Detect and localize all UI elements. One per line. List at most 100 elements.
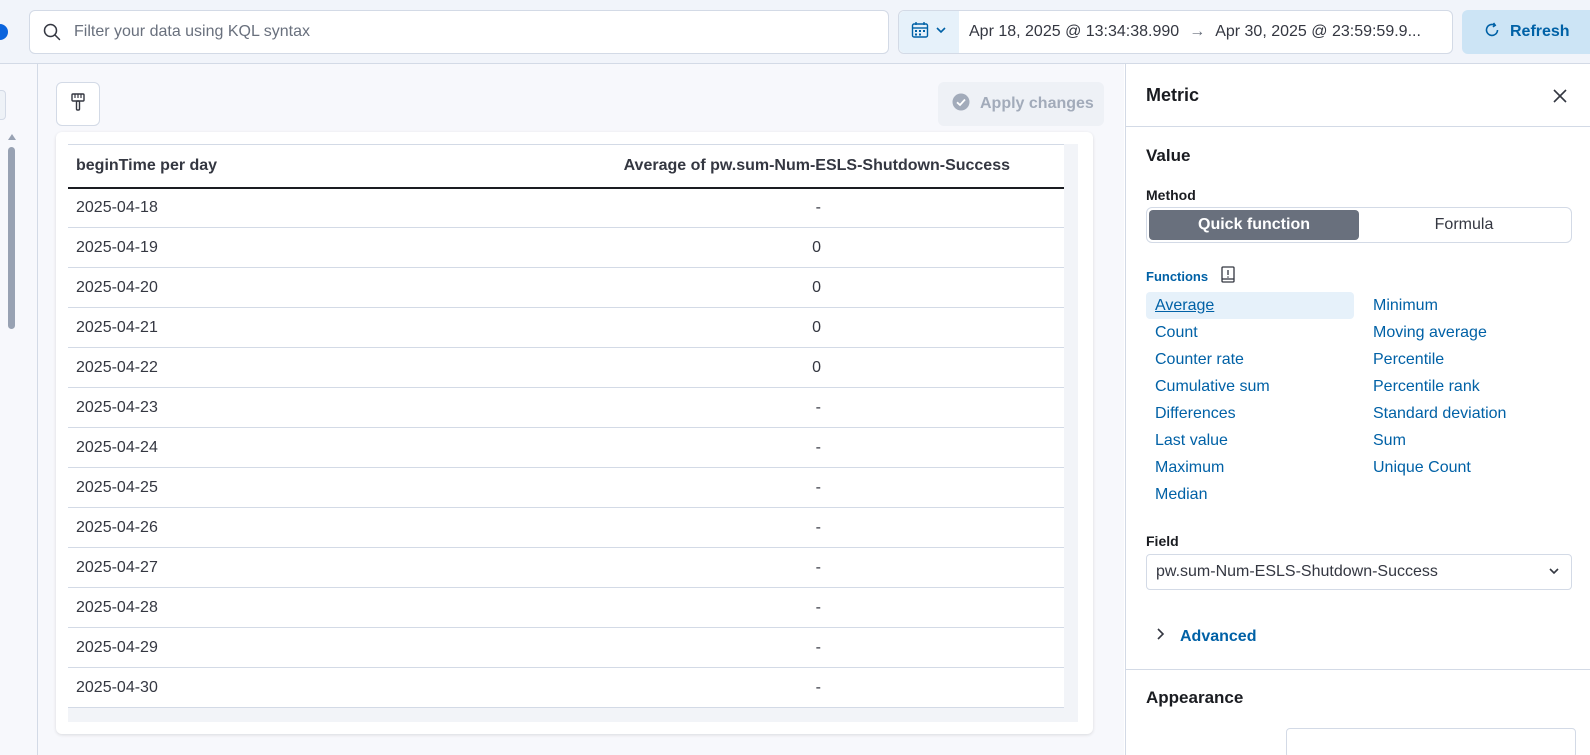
field-select-value: pw.sum-Num-ESLS-Shutdown-Success [1156, 563, 1438, 580]
kql-query-box[interactable] [29, 10, 889, 54]
apply-changes-label: Apply changes [980, 95, 1094, 112]
function-percentile[interactable]: Percentile [1364, 346, 1572, 373]
table-row: 2025-04-25- [68, 467, 1064, 508]
advanced-label: Advanced [1180, 627, 1257, 645]
cell-value: - [326, 627, 1064, 668]
check-circle-icon [952, 93, 970, 116]
formula-toggle[interactable]: Formula [1359, 210, 1569, 240]
cell-value: - [326, 467, 1064, 508]
scroll-up-arrow[interactable] [8, 134, 16, 140]
refresh-icon [1484, 22, 1500, 43]
functions-label-text: Functions [1146, 269, 1209, 284]
table-row: 2025-04-30- [68, 667, 1064, 708]
function-cumulative-sum[interactable]: Cumulative sum [1146, 373, 1354, 400]
function-standard-deviation[interactable]: Standard deviation [1364, 400, 1572, 427]
function-moving-average[interactable]: Moving average [1364, 319, 1572, 346]
appearance-input[interactable] [1286, 728, 1576, 755]
function-differences[interactable]: Differences [1146, 400, 1354, 427]
table-row: 2025-04-28- [68, 587, 1064, 628]
cell-date: 2025-04-21 [68, 307, 327, 348]
data-table: beginTime per day Average of pw.sum-Num-… [68, 144, 1064, 708]
appearance-section-title: Appearance [1146, 688, 1244, 707]
cell-date: 2025-04-19 [68, 227, 327, 268]
column-header-metric[interactable]: Average of pw.sum-Num-ESLS-Shutdown-Succ… [326, 144, 1064, 189]
function-counter-rate[interactable]: Counter rate [1146, 346, 1354, 373]
function-minimum[interactable]: Minimum [1364, 292, 1572, 319]
function-count[interactable]: Count [1146, 319, 1354, 346]
table-row: 2025-04-29- [68, 627, 1064, 668]
search-icon [30, 10, 74, 54]
cell-value: - [326, 667, 1064, 708]
query-bar: Apr 18, 2025 @ 13:34:38.990 → Apr 30, 20… [0, 0, 1590, 64]
table-row: 2025-04-26- [68, 507, 1064, 548]
table-row: 2025-04-18- [68, 187, 1064, 228]
kql-search-input[interactable] [74, 23, 854, 41]
left-rail [0, 64, 38, 755]
function-last-value[interactable]: Last value [1146, 427, 1354, 454]
method-toggle: Quick function Formula [1146, 207, 1572, 243]
field-select[interactable]: pw.sum-Num-ESLS-Shutdown-Success [1146, 554, 1572, 590]
metric-config-panel: Metric Value Method Quick function Formu… [1125, 64, 1590, 755]
quick-date-menu-button[interactable] [899, 11, 959, 53]
arrow-right-icon: → [1189, 23, 1206, 40]
function-unique-count[interactable]: Unique Count [1364, 454, 1572, 481]
rail-tab[interactable] [0, 90, 6, 120]
table-row: 2025-04-27- [68, 547, 1064, 588]
table-row: 2025-04-22 0 [68, 347, 1064, 388]
table-row: 2025-04-24- [68, 427, 1064, 468]
cell-date: 2025-04-24 [68, 427, 327, 468]
cell-value: - [326, 187, 1064, 228]
method-label: Method [1146, 187, 1196, 203]
cell-date: 2025-04-25 [68, 467, 327, 508]
column-header-time[interactable]: beginTime per day [68, 144, 327, 189]
cell-date: 2025-04-27 [68, 547, 327, 588]
table-scroll-area[interactable]: beginTime per day Average of pw.sum-Num-… [68, 144, 1078, 722]
field-label: Field [1146, 533, 1179, 549]
cell-value: 0 [326, 307, 1064, 348]
cell-value: - [326, 547, 1064, 588]
cell-date: 2025-04-23 [68, 387, 327, 428]
cell-value: - [326, 387, 1064, 428]
function-maximum[interactable]: Maximum [1146, 454, 1354, 481]
cell-value: - [326, 587, 1064, 628]
table-row: 2025-04-19 0 [68, 227, 1064, 268]
cell-date: 2025-04-26 [68, 507, 327, 548]
paintbrush-button[interactable] [56, 82, 100, 126]
cell-date: 2025-04-30 [68, 667, 327, 708]
table-row: 2025-04-20 0 [68, 267, 1064, 308]
function-sum[interactable]: Sum [1364, 427, 1572, 454]
rail-scrollbar[interactable] [8, 147, 15, 329]
date-range-picker: Apr 18, 2025 @ 13:34:38.990 → Apr 30, 20… [898, 10, 1453, 54]
refresh-button[interactable]: Refresh [1462, 10, 1590, 54]
table-header-row: beginTime per day Average of pw.sum-Num-… [68, 144, 1064, 189]
advanced-toggle[interactable]: Advanced [1156, 627, 1256, 646]
cell-date: 2025-04-20 [68, 267, 327, 308]
function-average[interactable]: Average [1146, 292, 1354, 319]
function-percentile-rank[interactable]: Percentile rank [1364, 373, 1572, 400]
chevron-down-icon [1547, 564, 1561, 583]
cell-value: - [326, 427, 1064, 468]
start-date[interactable]: Apr 18, 2025 @ 13:34:38.990 [969, 23, 1179, 41]
end-date[interactable]: Apr 30, 2025 @ 23:59:59.9... [1215, 23, 1421, 41]
refresh-label: Refresh [1510, 23, 1570, 40]
panel-title: Metric [1146, 84, 1200, 105]
close-icon[interactable] [1550, 86, 1570, 106]
function-list: Average Count Counter rate Cumulative su… [1146, 292, 1572, 508]
apply-changes-button[interactable]: Apply changes [938, 82, 1104, 126]
cell-value: 0 [326, 347, 1064, 388]
cell-value: - [326, 507, 1064, 548]
cell-date: 2025-04-18 [68, 187, 327, 228]
panel-divider [1126, 669, 1590, 670]
documentation-icon[interactable] [1220, 266, 1236, 287]
value-section-title: Value [1146, 146, 1191, 165]
quick-function-toggle[interactable]: Quick function [1149, 210, 1359, 240]
chevron-right-icon [1156, 627, 1166, 646]
table-visualization: beginTime per day Average of pw.sum-Num-… [56, 132, 1093, 734]
cell-value: 0 [326, 227, 1064, 268]
table-row: 2025-04-23- [68, 387, 1064, 428]
nav-toggle-button[interactable] [0, 24, 8, 40]
function-median[interactable]: Median [1146, 481, 1354, 508]
workspace: Apply changes beginTime per day Average … [38, 64, 1124, 755]
calendar-icon [911, 21, 929, 44]
panel-header: Metric [1126, 64, 1590, 127]
